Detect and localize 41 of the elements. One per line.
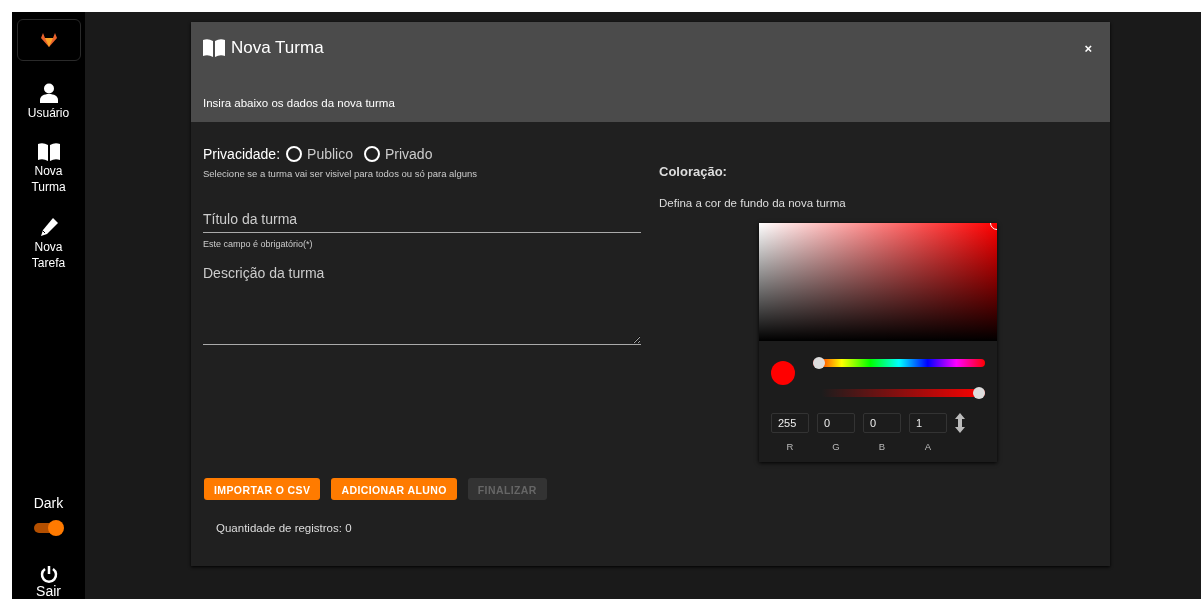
logout-button[interactable]: Sair: [36, 565, 61, 599]
user-icon: [39, 83, 58, 103]
alpha-slider[interactable]: [821, 387, 985, 399]
theme-label: Dark: [33, 495, 64, 511]
nav-item[interactable]: Nova Turma: [23, 143, 74, 195]
description-field[interactable]: Descrição da turma: [203, 259, 641, 345]
channel-field[interactable]: 0: [863, 413, 901, 433]
radio-option[interactable]: Publico: [286, 146, 353, 162]
close-button[interactable]: ×: [1078, 38, 1098, 58]
fox-logo-icon: [40, 33, 57, 47]
channel-label: B: [877, 441, 887, 452]
radio-option[interactable]: Privado: [363, 146, 433, 162]
alpha-thumb[interactable]: [973, 387, 985, 399]
book-icon: [203, 39, 225, 57]
channel-label: R: [785, 441, 795, 452]
privacy-hint: Selecione se a turma vai ser visivel para todos ou só para alguns: [203, 168, 479, 179]
channel-label: A: [923, 441, 933, 452]
nav-item[interactable]: Nova Tarefa: [23, 217, 74, 271]
theme-toggle[interactable]: [33, 521, 64, 535]
channel-field[interactable]: 0: [817, 413, 855, 433]
hue-thumb[interactable]: [813, 357, 825, 369]
pencil-icon: [38, 217, 59, 237]
logo-button[interactable]: [16, 19, 81, 61]
color-swatch: [771, 361, 795, 385]
channel-field[interactable]: 255: [771, 413, 809, 433]
helper-text: Este campo é obrigatório(*): [203, 239, 314, 249]
dialog-subtitle: Insira abaixo os dados da nova turma: [203, 97, 396, 109]
color-hint: Defina a cor de fundo da nova turma: [659, 197, 847, 209]
book-icon: [37, 143, 60, 161]
channel-label: G: [831, 441, 841, 452]
record-count: Quantidade de registros: 0: [216, 522, 353, 536]
title-field[interactable]: Título da turma: [203, 205, 641, 233]
nav-item[interactable]: Usuário: [23, 83, 74, 121]
dialog-title: Nova Turma: [231, 38, 325, 58]
saturation-panel[interactable]: [759, 223, 997, 341]
color-heading: Coloração:: [659, 164, 728, 179]
privacy-label: Privacidade:: [203, 146, 281, 162]
channel-field[interactable]: 1: [909, 413, 947, 433]
hue-slider[interactable]: [813, 357, 985, 369]
power-icon: [39, 565, 58, 583]
swap-arrows-icon[interactable]: [955, 413, 965, 433]
